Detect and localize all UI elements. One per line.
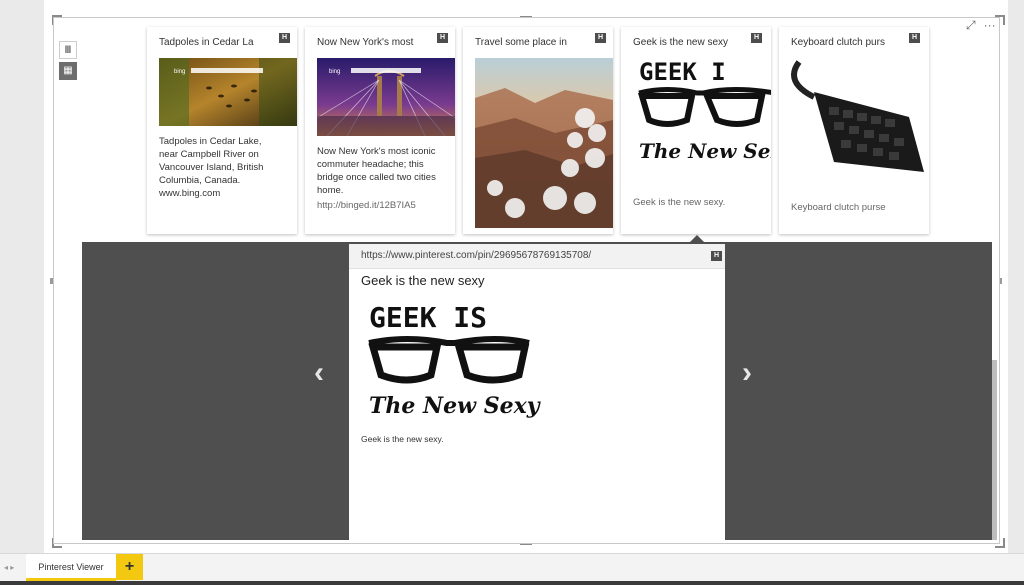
- previous-pin-button[interactable]: ‹: [314, 356, 324, 390]
- bing-caption: bing: [329, 69, 340, 75]
- add-page-button[interactable]: +: [116, 554, 143, 580]
- pin-card-title: Travel some place in: [475, 37, 567, 48]
- list-view-button[interactable]: Ⅲ: [59, 41, 77, 59]
- image-tagline: The New Sex: [639, 139, 771, 163]
- pin-card-title: Geek is the new sexy: [633, 37, 729, 48]
- focus-mode-icon[interactable]: ⤢: [966, 18, 976, 33]
- pin-card[interactable]: Tadpoles in Cedar La H bing Tadpoles in …: [147, 27, 297, 234]
- page-nav-buttons: ◂ ▸: [4, 563, 14, 572]
- pinterest-icon[interactable]: H: [279, 33, 290, 43]
- pin-card-title: Tadpoles in Cedar La: [159, 37, 254, 48]
- image-headline: GEEK I: [639, 58, 726, 86]
- pin-card-title: Keyboard clutch purs: [791, 37, 885, 48]
- pin-detail-image: GEEK IS The New Sexy: [367, 301, 542, 431]
- pin-card-title: Now New York's most: [317, 37, 414, 48]
- next-pin-button[interactable]: ›: [742, 356, 752, 390]
- pinterest-icon[interactable]: H: [711, 251, 722, 261]
- pin-detail-title: Geek is the new sexy: [361, 273, 485, 288]
- pin-image: GEEK I The New Sex: [637, 58, 771, 173]
- pinterest-icon[interactable]: H: [909, 33, 920, 43]
- pinterest-icon[interactable]: H: [751, 33, 762, 43]
- selected-pin-caret: [690, 235, 704, 242]
- image-tagline: The New Sexy: [369, 393, 542, 419]
- pin-url-bar: https://www.pinterest.com/pin/2969567876…: [349, 244, 725, 269]
- pin-card[interactable]: Now New York's most H bing Now New York'…: [305, 27, 455, 234]
- pin-url[interactable]: https://www.pinterest.com/pin/2969567876…: [361, 250, 591, 261]
- pin-detail-description: Geek is the new sexy.: [361, 434, 444, 444]
- pinterest-icon[interactable]: H: [437, 33, 448, 43]
- image-headline: GEEK IS: [369, 301, 487, 334]
- tab-pinterest-viewer[interactable]: Pinterest Viewer: [26, 554, 116, 581]
- pin-card[interactable]: Travel some place in H: [463, 27, 613, 234]
- pin-image: bing: [317, 58, 455, 136]
- pin-card-description: Geek is the new sexy.: [633, 197, 726, 208]
- vertical-scrollbar[interactable]: [992, 360, 997, 540]
- pin-detail-panel: https://www.pinterest.com/pin/2969567876…: [349, 244, 725, 540]
- pin-image: bing: [159, 58, 297, 126]
- previous-page-icon[interactable]: ◂: [4, 563, 8, 572]
- pin-card[interactable]: Keyboard clutch purs H Keyboard clutch p…: [779, 27, 929, 234]
- pin-card[interactable]: Geek is the new sexy H GEEK I The New Se…: [621, 27, 771, 234]
- page-tab-bar: ◂ ▸ Pinterest Viewer +: [0, 553, 1024, 582]
- pin-card-link[interactable]: http://binged.it/12B7IA5: [317, 200, 416, 211]
- pin-card-description: Now New York's most iconic commuter head…: [317, 146, 436, 196]
- grid-view-button[interactable]: ▦: [59, 62, 77, 80]
- visual-header-icons: ⤢ ···: [966, 18, 996, 33]
- pin-image: [475, 58, 613, 228]
- pin-image: [789, 52, 929, 182]
- pinterest-icon[interactable]: H: [595, 33, 606, 43]
- pin-card-description: Keyboard clutch purse: [791, 202, 886, 213]
- status-bar: [0, 581, 1024, 585]
- next-page-icon[interactable]: ▸: [10, 563, 14, 572]
- pin-card-description: Tadpoles in Cedar Lake, near Campbell Ri…: [159, 136, 264, 199]
- more-options-icon[interactable]: ···: [984, 18, 996, 33]
- bing-caption: bing: [174, 69, 185, 75]
